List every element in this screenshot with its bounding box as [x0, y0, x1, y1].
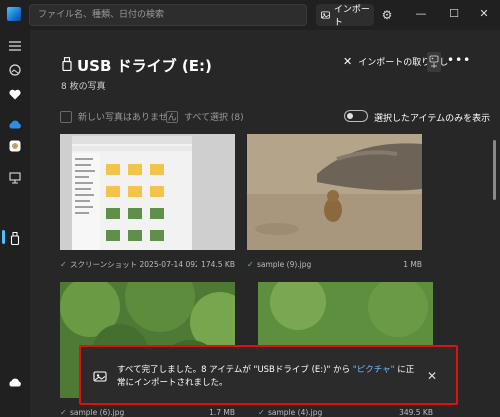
icloud-icon[interactable] [7, 138, 23, 154]
select-all[interactable]: すべて選択 (8) [166, 110, 244, 123]
gear-icon[interactable]: ⚙ [380, 8, 394, 22]
select-all-checkbox[interactable] [166, 110, 178, 123]
photo-thumbnail [247, 134, 422, 250]
photo-name: sample (4).jpg [268, 407, 323, 417]
search-input[interactable]: ファイル名、種類、日付の検索 [29, 4, 307, 26]
computer-icon[interactable] [7, 170, 23, 186]
navigation-rail [0, 30, 30, 417]
new-photos-filter[interactable]: 新しい写真はありません [60, 110, 177, 123]
new-photos-checkbox[interactable] [60, 110, 72, 123]
import-icon [321, 11, 330, 19]
check-icon: ✓ [60, 407, 67, 417]
cloud-icon[interactable] [7, 374, 23, 390]
photo-caption: ✓ スクリーンショット 2025-07-14 092408... 174.5 K… [60, 257, 235, 271]
import-complete-notification: すべて完了しました。8 アイテムが "USBドライブ (E:)" から "ピクチ… [79, 345, 458, 405]
usb-drive-icon[interactable] [7, 230, 23, 246]
select-all-label: すべて選択 (8) [184, 113, 244, 123]
photo-name: sample (6).jpg [70, 407, 125, 417]
photo-caption: ✓ sample (9).jpg 1 MB [247, 257, 422, 271]
only-selected-label: 選択したアイテムのみを表示 [374, 114, 491, 124]
photo-size: 349.5 KB [399, 407, 433, 417]
notification-message: すべて完了しました。8 アイテムが "USBドライブ (E:)" から "ピクチ… [117, 364, 417, 390]
title-bar: ファイル名、種類、日付の検索 インポート ⚙ — ☐ ✕ [0, 0, 500, 30]
photo-name: sample (9).jpg [257, 259, 312, 269]
minimize-icon[interactable]: — [413, 6, 429, 22]
import-icon [429, 55, 439, 68]
photo-caption: ✓ sample (6).jpg 1.7 MB [60, 405, 235, 417]
close-icon[interactable]: ✕ [476, 6, 492, 22]
page-title: USB ドライブ (E:) [77, 57, 212, 75]
notification-text: すべて完了しました。8 アイテムが "USBドライブ (E:)" から [117, 365, 353, 375]
close-icon: ✕ [343, 55, 353, 68]
import-button[interactable]: インポート [316, 4, 374, 28]
photo-tile[interactable]: ✓ sample (9).jpg 1 MB [247, 134, 422, 274]
check-icon: ✓ [258, 407, 265, 417]
photo-count: 8 枚の写真 [61, 82, 106, 92]
photo-size: 1.7 MB [209, 407, 235, 417]
gallery-icon[interactable] [7, 62, 23, 78]
photo-name: スクリーンショット 2025-07-14 092408... [70, 259, 197, 269]
more-options-button[interactable]: ••• [447, 53, 471, 67]
maximize-icon[interactable]: ☐ [446, 6, 462, 22]
active-indicator [2, 230, 5, 244]
scrollbar[interactable] [493, 140, 496, 200]
pictures-link[interactable]: "ピクチャ" [353, 365, 395, 375]
menu-icon[interactable] [7, 38, 23, 54]
check-icon: ✓ [247, 259, 254, 269]
import-label: インポート [333, 5, 370, 28]
photo-tile[interactable]: ✓ スクリーンショット 2025-07-14 092408... 174.5 K… [60, 134, 235, 274]
import-settings-button[interactable] [427, 52, 441, 72]
close-icon[interactable]: ✕ [427, 369, 437, 383]
photo-caption: ✓ sample (4).jpg 349.5 KB [258, 405, 433, 417]
photo-size: 1 MB [403, 259, 422, 269]
app-logo [7, 7, 21, 21]
new-photos-label: 新しい写真はありません [78, 113, 177, 123]
photo-size: 174.5 KB [201, 259, 235, 269]
usb-drive-icon [62, 57, 72, 71]
import-icon [93, 371, 107, 382]
only-selected-toggle[interactable] [344, 110, 368, 122]
onedrive-icon[interactable] [7, 116, 23, 132]
check-icon: ✓ [60, 259, 67, 269]
photo-thumbnail [60, 134, 235, 250]
favorites-icon[interactable] [7, 86, 23, 102]
